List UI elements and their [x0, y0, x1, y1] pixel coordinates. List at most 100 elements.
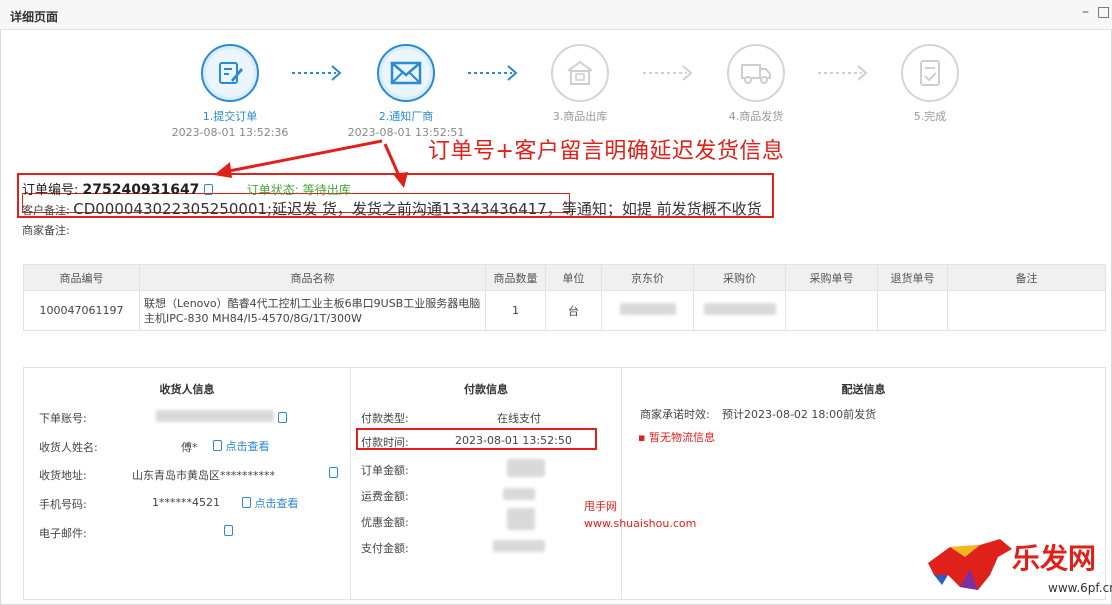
window-title: 详细页面	[10, 10, 59, 24]
customer-note: CD000043022305250001;延迟发 货，发货之前沟通1334343…	[73, 200, 762, 218]
paid-amount	[493, 540, 545, 555]
brand-name: 乐发网	[1012, 542, 1097, 575]
pay-time: 2023-08-01 13:52:50	[455, 434, 572, 447]
pay-type-label: 付款类型:	[361, 412, 409, 425]
truck-icon	[727, 44, 785, 102]
merchant-note-label: 商家备注:	[22, 224, 70, 237]
freight-amount	[503, 488, 535, 503]
table-row: 100047061197 联想（Lenovo）酷睿4代工控机工业主板6串口9US…	[23, 290, 1106, 331]
order-id-label: 订单编号:	[22, 183, 79, 198]
view-phone-button[interactable]: 点击查看	[242, 495, 299, 511]
column-header: 退货单号	[877, 264, 948, 291]
delivery-title: 配送信息	[841, 383, 886, 396]
promise-label: 商家承诺时效:	[640, 408, 710, 421]
step-complete: 5.完成	[860, 44, 1000, 124]
return-order-no	[877, 290, 948, 331]
step-label: 3.商品出库	[552, 110, 608, 123]
order-amount	[507, 459, 545, 480]
window-titlebar: 详细页面 – □	[0, 0, 1112, 30]
order-status: 等待出库	[302, 183, 351, 197]
annotation-text: 订单号+客户留言明确延迟发货信息	[428, 139, 785, 164]
column-header: 备注	[947, 264, 1106, 291]
step-notify-vendor: 2.通知厂商 2023-08-01 13:52:51	[336, 44, 476, 139]
phone-label: 手机号码:	[39, 498, 87, 511]
redacted-value	[156, 410, 274, 422]
mail-icon	[377, 44, 435, 102]
column-header: 京东价	[601, 264, 694, 291]
redacted-value	[503, 488, 535, 500]
redacted-value	[493, 540, 545, 552]
step-label: 2.通知厂商	[378, 110, 434, 123]
address-label: 收货地址:	[39, 469, 87, 482]
address-value: 山东青岛市黄岛区**********	[132, 469, 275, 482]
column-header: 商品编号	[23, 264, 140, 291]
maximize-button[interactable]: □	[1097, 4, 1110, 20]
copy-icon[interactable]	[203, 184, 213, 195]
edit-icon	[201, 44, 259, 102]
warehouse-icon	[551, 44, 609, 102]
product-qty: 1	[485, 290, 546, 331]
account-label: 下单账号:	[39, 412, 87, 425]
column-header: 商品名称	[139, 264, 486, 291]
check-document-icon	[901, 44, 959, 102]
payment-title: 付款信息	[464, 383, 508, 396]
merchant-note-line: 商家备注:	[22, 222, 70, 238]
purchase-order-no	[785, 290, 878, 331]
redacted-value	[703, 303, 776, 315]
column-header: 采购价	[693, 264, 786, 291]
receiver-name: 傅*	[181, 441, 198, 454]
step-label: 1.提交订单	[202, 110, 258, 123]
order-id: 275240931647	[82, 182, 200, 198]
receiver-title: 收货人信息	[159, 383, 215, 396]
customer-note-label: 客户备注:	[22, 204, 70, 217]
product-unit: 台	[545, 290, 602, 331]
paid-label: 支付金额:	[361, 542, 409, 555]
receiver-panel: 收货人信息 下单账号: 收货人姓名: 傅* 点击查看 收货地址: 山东青岛市黄岛…	[24, 368, 350, 599]
column-header: 商品数量	[485, 264, 546, 291]
step-submit-order: 1.提交订单 2023-08-01 13:52:36	[160, 44, 300, 139]
copy-email-icon[interactable]	[224, 525, 233, 538]
pay-time-label: 付款时间:	[361, 436, 409, 449]
redacted-value	[507, 508, 535, 530]
order-amount-label: 订单金额:	[361, 464, 409, 477]
promise-value: 预计2023-08-02 18:00前发货	[722, 408, 877, 421]
column-header: 单位	[545, 264, 602, 291]
view-name-button[interactable]: 点击查看	[213, 438, 270, 454]
copy-icon	[242, 497, 251, 508]
phone-value: 1******4521	[152, 496, 220, 509]
copy-icon[interactable]	[277, 412, 287, 423]
minimize-button[interactable]: –	[1082, 4, 1089, 20]
payment-panel: 付款信息 付款类型: 在线支付 付款时间: 2023-08-01 13:52:5…	[350, 368, 621, 599]
account-value	[156, 410, 287, 425]
email-label: 电子邮件:	[39, 527, 87, 540]
table-header-row: 商品编号 商品名称 商品数量 单位 京东价 采购价 采购单号 退货单号 备注	[23, 264, 1106, 291]
order-id-line: 订单编号: 275240931647 订单状态: 等待出库	[22, 179, 351, 198]
jd-price	[601, 290, 694, 331]
no-logistics: ▪ 暂无物流信息	[638, 431, 715, 444]
discount-label: 优惠金额:	[361, 516, 409, 529]
column-header: 采购单号	[785, 264, 878, 291]
product-sku: 100047061197	[23, 290, 140, 331]
discount-amount	[507, 508, 535, 533]
remark	[947, 290, 1106, 331]
bull-logo-icon	[928, 539, 1012, 590]
redacted-value	[507, 459, 545, 477]
freight-label: 运费金额:	[361, 490, 409, 503]
copy-address-icon[interactable]	[329, 467, 338, 480]
product-table: 商品编号 商品名称 商品数量 单位 京东价 采购价 采购单号 退货单号 备注 1…	[23, 264, 1106, 331]
customer-note-line: 客户备注: CD000043022305250001;延迟发 货，发货之前沟通1…	[22, 198, 762, 219]
watermark-url: www.shuaishou.com	[584, 517, 697, 530]
product-name: 联想（Lenovo）酷睿4代工控机工业主板6串口9USB工业服务器电脑主机IPC…	[139, 290, 486, 331]
step-label: 4.商品发货	[728, 110, 784, 123]
step-label: 5.完成	[913, 110, 947, 123]
pay-type: 在线支付	[497, 412, 541, 425]
step-goods-shipped: 4.商品发货	[686, 44, 826, 124]
receiver-name-label: 收货人姓名:	[39, 441, 98, 454]
purchase-price	[693, 290, 786, 331]
step-goods-outbound: 3.商品出库	[510, 44, 650, 124]
watermark-text: 甩手网	[584, 500, 617, 513]
brand-url: www.6pf.cn	[1048, 581, 1112, 595]
order-status-label: 订单状态:	[246, 183, 299, 197]
copy-icon	[213, 440, 222, 451]
redacted-value	[619, 303, 676, 315]
